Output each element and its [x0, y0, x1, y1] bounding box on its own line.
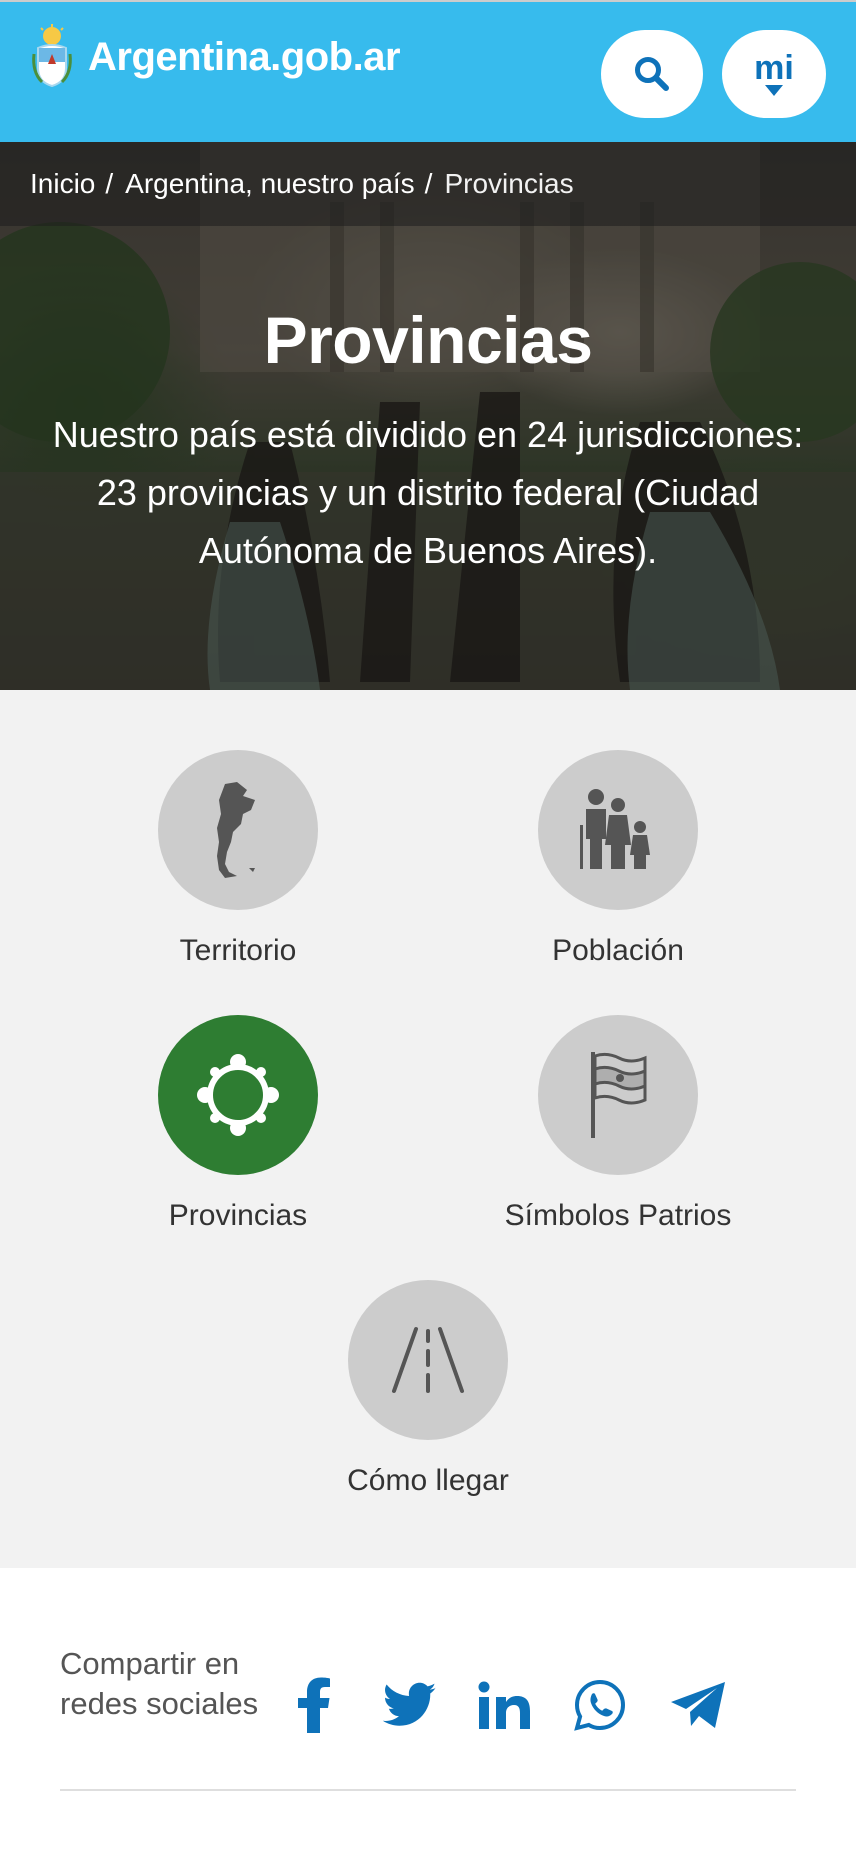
section-label: Cómo llegar — [347, 1464, 509, 1497]
share-label: Compartir en redes sociales — [60, 1646, 259, 1721]
share-telegram-button[interactable] — [664, 1670, 734, 1740]
section-icon-circle — [538, 750, 698, 910]
people-circle-icon — [197, 1054, 279, 1136]
whatsapp-icon — [574, 1679, 626, 1731]
coat-of-arms-icon — [32, 24, 72, 88]
share-facebook-button[interactable] — [280, 1670, 350, 1740]
breadcrumb-separator: / — [105, 168, 114, 199]
argentina-map-icon — [217, 782, 255, 878]
linkedin-icon — [478, 1681, 530, 1729]
search-button[interactable] — [601, 30, 703, 118]
site-header: Argentina.gob.ar mi — [0, 0, 856, 142]
section-label: Territorio — [179, 934, 297, 967]
share-whatsapp-button[interactable] — [565, 1670, 635, 1740]
section-icon-circle — [158, 1015, 318, 1175]
family-icon — [580, 789, 650, 869]
share-section: Compartir en redes sociales — [0, 1568, 856, 1852]
section-icon-circle — [348, 1280, 508, 1440]
hero-banner: Inicio / Argentina, nuestro país / Provi… — [0, 142, 856, 690]
breadcrumb-separator: / — [424, 168, 433, 199]
divider — [60, 1789, 796, 1791]
breadcrumb-item-current: Provincias — [444, 168, 574, 199]
mi-label: mi — [754, 48, 794, 87]
section-link-provincias[interactable]: Provincias — [58, 1015, 418, 1233]
section-link-poblacion[interactable]: Población — [438, 750, 798, 968]
page-subtitle: Nuestro país está dividido en 24 jurisdi… — [52, 414, 804, 571]
search-icon — [635, 57, 669, 91]
telegram-icon — [671, 1682, 725, 1728]
breadcrumb: Inicio / Argentina, nuestro país / Provi… — [0, 142, 856, 226]
breadcrumb-item-inicio[interactable]: Inicio — [30, 168, 95, 200]
chevron-down-icon — [765, 84, 783, 96]
section-grid: Territorio Población Provincias Símbolos… — [0, 690, 856, 1568]
mi-argentina-button[interactable]: mi — [722, 30, 826, 118]
site-name: Argentina.gob.ar — [88, 34, 401, 79]
section-link-como-llegar[interactable]: Cómo llegar — [248, 1280, 608, 1498]
facebook-icon — [298, 1677, 330, 1733]
section-label: Provincias — [168, 1199, 308, 1232]
section-label: Símbolos Patrios — [504, 1199, 732, 1232]
section-icon-circle — [158, 750, 318, 910]
share-twitter-button[interactable] — [375, 1670, 445, 1740]
page-title: Provincias — [263, 303, 593, 377]
section-icon-circle — [538, 1015, 698, 1175]
section-link-territorio[interactable]: Territorio — [58, 750, 418, 968]
home-link[interactable]: Argentina.gob.ar — [28, 24, 401, 90]
section-label: Población — [552, 934, 684, 967]
flag-icon — [591, 1052, 647, 1138]
twitter-icon — [383, 1682, 437, 1726]
road-icon — [392, 1327, 464, 1393]
breadcrumb-item-argentina[interactable]: Argentina, nuestro país — [125, 168, 415, 200]
share-linkedin-button[interactable] — [470, 1670, 540, 1740]
section-link-simbolos-patrios[interactable]: Símbolos Patrios — [438, 1015, 798, 1233]
